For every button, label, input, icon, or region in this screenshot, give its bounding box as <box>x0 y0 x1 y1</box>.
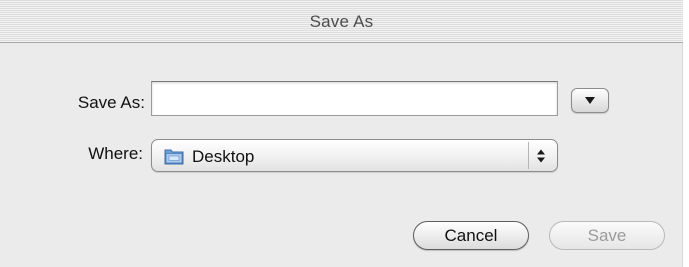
where-popup-button[interactable]: Desktop <box>151 139 558 172</box>
where-value: Desktop <box>192 147 255 166</box>
up-down-arrows-icon <box>537 149 545 163</box>
title-bar[interactable]: Save As <box>0 0 683 43</box>
save-button[interactable]: Save <box>549 221 665 250</box>
save-as-label: Save As: <box>77 93 145 112</box>
popup-divider <box>528 142 529 169</box>
folder-icon <box>164 149 184 165</box>
cancel-button[interactable]: Cancel <box>413 221 529 250</box>
disclosure-triangle-down-icon <box>585 97 595 104</box>
save-as-dialog: Save As Save As: Where: Desktop Cancel S… <box>0 0 683 267</box>
where-label: Where: <box>88 144 143 163</box>
save-as-input[interactable] <box>151 81 558 116</box>
expand-dialog-button[interactable] <box>571 88 609 113</box>
window-title: Save As <box>309 12 374 31</box>
